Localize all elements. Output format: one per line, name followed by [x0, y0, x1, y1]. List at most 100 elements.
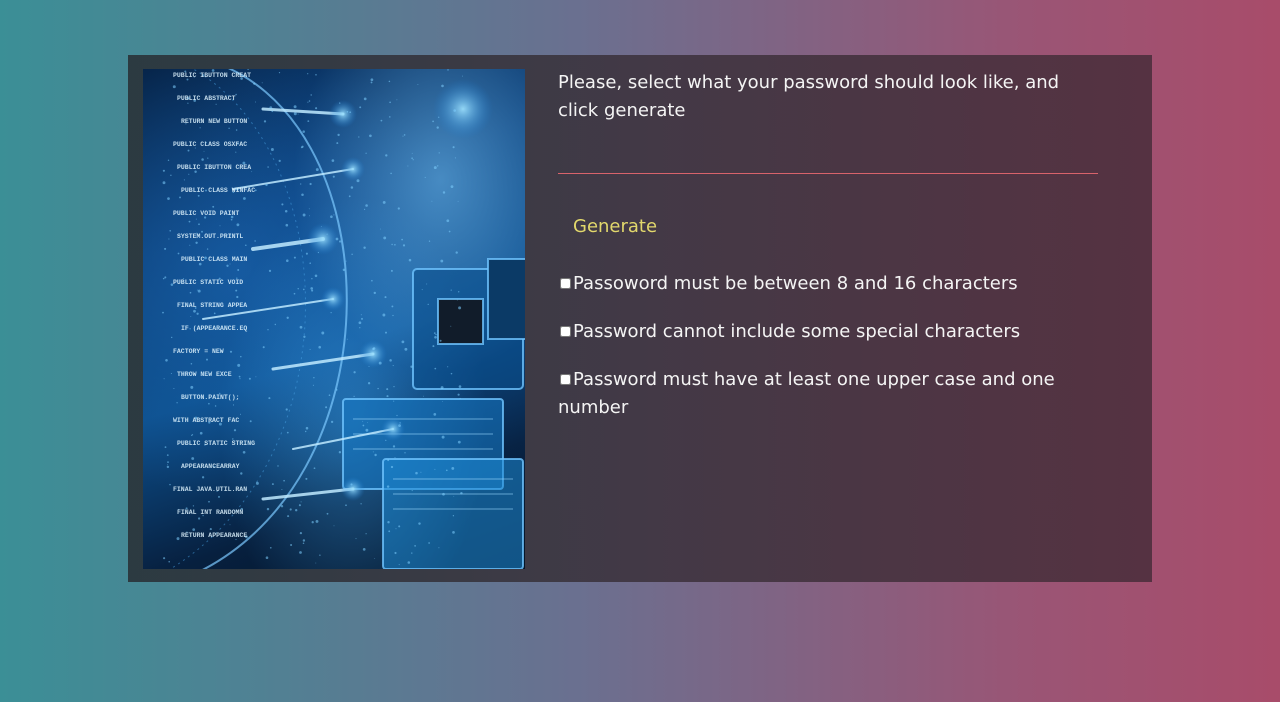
option-length: Passoword must be between 8 and 16 chara…: [558, 270, 1098, 298]
length-checkbox[interactable]: [560, 277, 571, 289]
dot: [370, 78, 374, 82]
dot: [457, 200, 459, 202]
dot: [268, 269, 272, 273]
code-line: PUBLIC CLASS OSXFAC: [173, 141, 247, 148]
dot: [359, 106, 362, 109]
dot: [235, 538, 237, 541]
instruction-text: Please, select what your password should…: [558, 72, 1060, 121]
dot: [207, 157, 209, 159]
dot: [195, 241, 198, 244]
dot: [166, 454, 169, 456]
dot: [321, 331, 325, 335]
dot: [345, 260, 347, 262]
dot: [373, 291, 376, 295]
dot: [265, 556, 269, 559]
dot: [365, 428, 369, 432]
dot: [239, 413, 242, 415]
dot: [188, 173, 190, 175]
dot: [367, 382, 371, 385]
dot: [388, 80, 391, 83]
dot: [309, 215, 311, 217]
dot: [370, 81, 373, 84]
options-list: Passoword must be between 8 and 16 chara…: [558, 270, 1098, 422]
dot: [320, 225, 322, 227]
dot: [452, 531, 455, 534]
dot: [162, 169, 165, 172]
dot: [206, 358, 208, 361]
option-length-label: Passoword must be between 8 and 16 chara…: [573, 273, 1018, 294]
dot: [387, 521, 390, 524]
dot: [392, 365, 394, 367]
dot: [333, 525, 335, 527]
generate-button[interactable]: Generate: [573, 216, 657, 237]
dot: [197, 289, 201, 293]
dot: [268, 397, 271, 400]
dot: [249, 420, 252, 423]
dot: [240, 355, 242, 358]
dot: [415, 471, 418, 475]
dot: [229, 524, 231, 526]
dot: [384, 296, 387, 299]
dot: [164, 276, 167, 279]
uppercase-number-checkbox[interactable]: [560, 373, 571, 385]
code-line: PUBLIC STATIC STRING: [177, 440, 255, 447]
dot: [390, 172, 392, 175]
dot: [442, 401, 443, 402]
dot: [309, 262, 311, 264]
dot: [297, 113, 299, 115]
dot: [176, 402, 178, 404]
dot: [287, 515, 290, 518]
dot: [387, 459, 390, 462]
dot: [308, 208, 310, 210]
dot: [309, 182, 312, 186]
code-line: WITH ABSTRACT FAC: [173, 417, 239, 424]
dot: [328, 394, 331, 397]
dot: [393, 385, 395, 388]
dot: [401, 238, 403, 241]
dot: [385, 154, 388, 157]
dot: [374, 558, 376, 559]
dot: [365, 204, 368, 207]
dot: [208, 402, 210, 405]
dot: [261, 82, 263, 84]
dot: [199, 431, 203, 435]
dot: [230, 218, 233, 221]
dot: [412, 159, 414, 161]
dot: [460, 491, 463, 495]
dot: [431, 200, 433, 202]
dot: [459, 397, 461, 399]
dot: [251, 171, 253, 173]
dot: [395, 528, 397, 530]
dot: [299, 551, 302, 554]
dot: [197, 517, 201, 520]
dot: [414, 545, 416, 547]
dot: [177, 252, 180, 255]
dot: [389, 359, 392, 362]
dot: [167, 461, 169, 463]
special-chars-checkbox[interactable]: [560, 325, 571, 337]
dot: [248, 377, 251, 380]
dot: [209, 528, 212, 531]
dot: [401, 340, 405, 344]
dot: [237, 269, 240, 271]
dot: [163, 378, 165, 380]
dot: [447, 366, 449, 368]
dot: [167, 197, 170, 200]
dot: [179, 196, 181, 199]
dot: [311, 278, 313, 280]
dot: [307, 73, 309, 75]
dot: [313, 377, 315, 379]
code-line: RETURN APPEARANCE: [181, 532, 247, 539]
dot: [301, 145, 304, 148]
password-output-field[interactable]: [558, 153, 1098, 174]
dot: [164, 446, 167, 448]
dot: [162, 181, 166, 185]
dot: [293, 256, 296, 259]
code-line: PUBLIC VOID PAINT: [173, 210, 239, 217]
dot: [398, 424, 401, 427]
dot: [315, 107, 318, 110]
dot: [397, 207, 400, 210]
dot: [162, 277, 165, 280]
dot: [363, 246, 366, 249]
dot: [243, 197, 246, 200]
